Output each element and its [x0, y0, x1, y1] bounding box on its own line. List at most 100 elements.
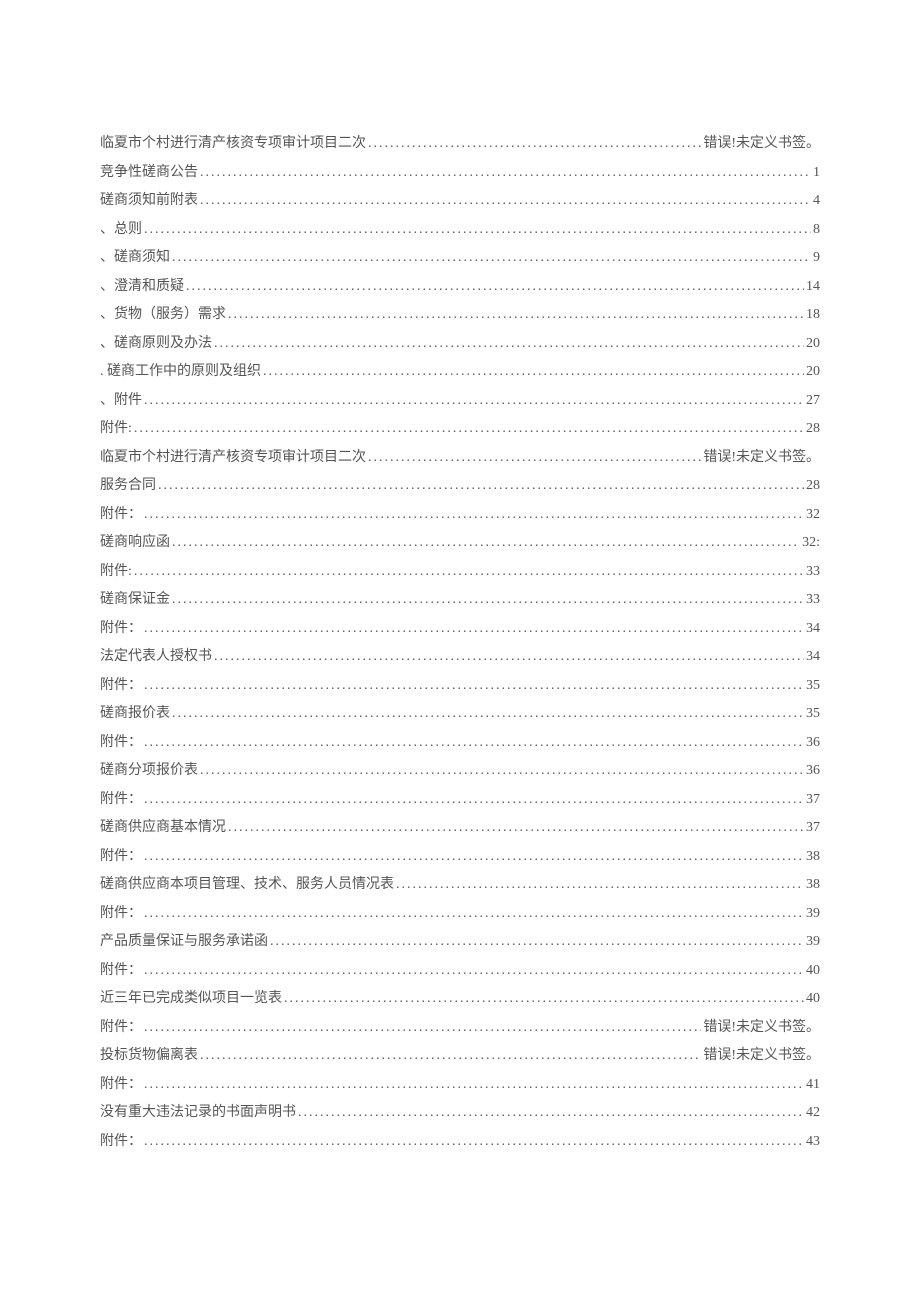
toc-row[interactable]: 、附件27: [100, 387, 820, 416]
toc-page-number: 28: [806, 415, 820, 444]
toc-page-number: 35: [806, 672, 820, 701]
toc-leader-dots: [144, 729, 804, 758]
toc-page-number: 20: [806, 358, 820, 387]
toc-row[interactable]: 法定代表人授权书 34: [100, 643, 820, 672]
toc-row[interactable]: 产品质量保证与服务承诺函 39: [100, 928, 820, 957]
toc-row[interactable]: . 磋商工作中的原则及组织20: [100, 358, 820, 387]
toc-row[interactable]: 附件： 32: [100, 501, 820, 530]
toc-page-number: 34: [806, 643, 820, 672]
toc-page-number: 36: [806, 757, 820, 786]
toc-title: 、磋商原则及办法: [100, 330, 212, 359]
toc-row[interactable]: 、澄清和质疑14: [100, 273, 820, 302]
toc-leader-dots: [134, 558, 804, 587]
toc-row[interactable]: 没有重大违法记录的书面声明书42: [100, 1099, 820, 1128]
toc-row[interactable]: 临夏市个村进行清产核资专项审计项目二次错误!未定义书签。: [100, 444, 820, 473]
toc-title: 竞争性磋商公告: [100, 159, 198, 188]
toc-title: 、附件: [100, 387, 142, 416]
toc-row[interactable]: 、磋商须知 9: [100, 244, 820, 273]
toc-row[interactable]: 磋商供应商本项目管理、技术、服务人员情况表38: [100, 871, 820, 900]
toc-title: 附件：: [100, 957, 142, 986]
toc-row[interactable]: 、磋商原则及办法 20: [100, 330, 820, 359]
toc-row[interactable]: 附件： 43: [100, 1128, 820, 1157]
toc-row[interactable]: 投标货物偏离表 错误!未定义书签。: [100, 1042, 820, 1071]
toc-leader-dots: [144, 1014, 701, 1043]
toc-page-number: 20: [806, 330, 820, 359]
toc-page-number: 33: [806, 558, 820, 587]
toc-row[interactable]: 附件：34: [100, 615, 820, 644]
toc-leader-dots: [200, 757, 804, 786]
toc-leader-dots: [368, 130, 701, 159]
toc-title: 磋商响应函: [100, 529, 170, 558]
toc-row[interactable]: 附件：37: [100, 786, 820, 815]
toc-leader-dots: [158, 472, 804, 501]
toc-title: 附件：: [100, 900, 142, 929]
toc-title: 、货物（服务）需求: [100, 301, 226, 330]
toc-leader-dots: [144, 786, 804, 815]
toc-title: 磋商供应商本项目管理、技术、服务人员情况表: [100, 871, 394, 900]
toc-page-number: 40: [806, 957, 820, 986]
toc-page-number: 43: [806, 1128, 820, 1157]
toc-row[interactable]: 服务合同 28: [100, 472, 820, 501]
toc-title: 附件:: [100, 558, 132, 587]
toc-row[interactable]: 附件：41: [100, 1071, 820, 1100]
toc-title: 磋商报价表: [100, 700, 170, 729]
toc-leader-dots: [214, 330, 804, 359]
toc-row[interactable]: 、总则8: [100, 216, 820, 245]
toc-page-number: 41: [806, 1071, 820, 1100]
toc-leader-dots: [144, 843, 804, 872]
toc-leader-dots: [144, 501, 804, 530]
toc-title: 产品质量保证与服务承诺函: [100, 928, 268, 957]
toc-leader-dots: [214, 643, 804, 672]
toc-leader-dots: [284, 985, 804, 1014]
toc-title: 、磋商须知: [100, 244, 170, 273]
toc-row[interactable]: 磋商分项报价表 36: [100, 757, 820, 786]
toc-row[interactable]: 磋商保证金33: [100, 586, 820, 615]
toc-row[interactable]: 附件:28: [100, 415, 820, 444]
toc-leader-dots: [263, 358, 804, 387]
toc-title: 附件：: [100, 786, 142, 815]
toc-title: 磋商分项报价表: [100, 757, 198, 786]
toc-title: 投标货物偏离表: [100, 1042, 198, 1071]
toc-title: 附件：: [100, 1128, 142, 1157]
toc-title: 磋商供应商基本情况: [100, 814, 226, 843]
table-of-contents: 临夏市个村进行清产核资专项审计项目二次错误!未定义书签。竞争性磋商公告1磋商须知…: [100, 130, 820, 1156]
toc-page-number: 错误!未定义书签。: [703, 1042, 820, 1071]
toc-title: 法定代表人授权书: [100, 643, 212, 672]
toc-leader-dots: [144, 216, 811, 245]
toc-title: 服务合同: [100, 472, 156, 501]
toc-row[interactable]: 附件: 33: [100, 558, 820, 587]
toc-leader-dots: [172, 586, 804, 615]
toc-page-number: 32: [806, 501, 820, 530]
toc-row[interactable]: 磋商报价表35: [100, 700, 820, 729]
toc-page-number: 错误!未定义书签。: [703, 444, 820, 473]
toc-leader-dots: [228, 301, 804, 330]
toc-row[interactable]: 磋商响应函 32:: [100, 529, 820, 558]
toc-page-number: 39: [806, 928, 820, 957]
toc-row[interactable]: 附件：36: [100, 729, 820, 758]
toc-page-number: 32:: [802, 529, 820, 558]
toc-row[interactable]: 近三年已完成类似项目一览表40: [100, 985, 820, 1014]
toc-page-number: 错误!未定义书签。: [703, 130, 820, 159]
toc-title: 附件：: [100, 501, 142, 530]
toc-page-number: 33: [806, 586, 820, 615]
toc-leader-dots: [172, 700, 804, 729]
toc-row[interactable]: 附件：35: [100, 672, 820, 701]
toc-row[interactable]: 、货物（服务）需求18: [100, 301, 820, 330]
toc-leader-dots: [144, 900, 804, 929]
toc-row[interactable]: 附件：错误!未定义书签。: [100, 1014, 820, 1043]
toc-row[interactable]: 附件：38: [100, 843, 820, 872]
toc-leader-dots: [368, 444, 701, 473]
toc-title: 近三年已完成类似项目一览表: [100, 985, 282, 1014]
toc-title: 磋商须知前附表: [100, 187, 198, 216]
toc-page-number: 1: [813, 159, 820, 188]
toc-row[interactable]: 磋商须知前附表4: [100, 187, 820, 216]
toc-page-number: 9: [813, 244, 820, 273]
toc-row[interactable]: 附件：39: [100, 900, 820, 929]
toc-page-number: 28: [806, 472, 820, 501]
toc-row[interactable]: 临夏市个村进行清产核资专项审计项目二次错误!未定义书签。: [100, 130, 820, 159]
toc-row[interactable]: 竞争性磋商公告 1: [100, 159, 820, 188]
toc-leader-dots: [396, 871, 804, 900]
toc-row[interactable]: 磋商供应商基本情况37: [100, 814, 820, 843]
toc-row[interactable]: 附件： 40: [100, 957, 820, 986]
toc-leader-dots: [144, 1128, 804, 1157]
